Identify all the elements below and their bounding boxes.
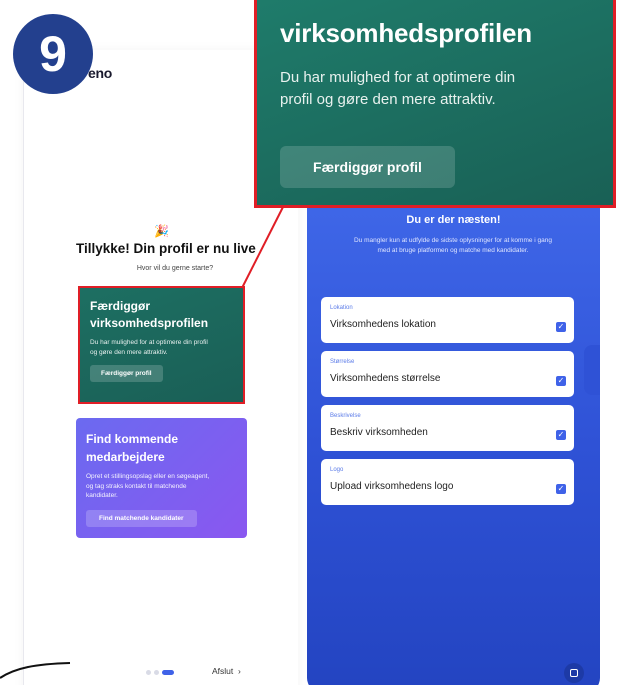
zoom-callout: virksomhedsprofilen Du har mulighed for … — [254, 0, 616, 208]
welcome-subtitle: Hvor vil du gerne starte? — [136, 265, 214, 272]
find-employees-card[interactable]: Find kommende medarbejdere Opret et stil… — [76, 418, 247, 538]
checkbox-checked-icon[interactable]: ✓ — [556, 484, 566, 494]
zoom-title: virksomhedsprofilen — [280, 18, 532, 48]
complete-profile-title: Færdiggør virksomhedsprofilen — [90, 299, 209, 330]
checkbox-checked-icon[interactable]: ✓ — [556, 322, 566, 332]
zoom-complete-profile-button[interactable]: Færdiggør profil — [280, 146, 455, 188]
welcome-title: Tillykke! Din profil er nu live — [76, 241, 256, 256]
complete-profile-description: Du har mulighed for at optimere din prof… — [90, 339, 208, 356]
chat-icon[interactable] — [564, 663, 584, 683]
decorative-curve — [0, 662, 71, 679]
description-field[interactable]: Beskrivelse Beskriv virksomheden ✓ — [321, 405, 574, 451]
complete-profile-button[interactable]: Færdiggør profil — [90, 365, 163, 382]
feedback-side-tab[interactable] — [584, 345, 600, 395]
checkbox-checked-icon[interactable]: ✓ — [556, 430, 566, 440]
party-popper-icon: 🎉 — [154, 224, 169, 238]
checkbox-checked-icon[interactable]: ✓ — [556, 376, 566, 386]
find-employees-description: Opret et stillingsopslag eller en søgeag… — [86, 473, 210, 499]
location-field[interactable]: Lokation Virksomhedens lokation ✓ — [321, 297, 574, 343]
pagination-dot[interactable] — [146, 670, 151, 675]
pagination-dot[interactable] — [154, 670, 159, 675]
panel-title: Du er der næsten! — [406, 214, 501, 226]
exit-label: Afslut — [212, 666, 234, 676]
field-label: Beskrivelse — [330, 413, 361, 419]
exit-link[interactable]: Afslut › — [212, 666, 241, 676]
zoom-description: Du har mulighed for at optimere din prof… — [280, 69, 516, 108]
pagination-dots — [146, 670, 174, 675]
complete-profile-card[interactable]: Færdiggør virksomhedsprofilen Du har mul… — [78, 286, 245, 404]
screenshot-stage: eno 🎉 Tillykke! Din profil er nu live Hv… — [0, 0, 623, 685]
field-label: Lokation — [330, 305, 353, 311]
app-logo: eno — [88, 65, 112, 81]
chevron-right-icon: › — [235, 666, 241, 676]
field-value: Virksomhedens størrelse — [330, 373, 441, 384]
panel-subtitle: Du mangler kun at udfylde de sidste oply… — [354, 237, 552, 254]
field-label: Logo — [330, 467, 344, 473]
logo-field[interactable]: Logo Upload virksomhedens logo ✓ — [321, 459, 574, 505]
pagination-dot-active[interactable] — [162, 670, 174, 675]
field-value: Beskriv virksomheden — [330, 427, 428, 438]
field-value: Virksomhedens lokation — [330, 319, 436, 330]
find-candidates-button[interactable]: Find matchende kandidater — [86, 509, 197, 527]
field-label: Størrelse — [330, 359, 355, 365]
field-value: Upload virksomhedens logo — [330, 481, 454, 492]
onboarding-panel: Du er der næsten! Du mangler kun at udfy… — [307, 198, 600, 685]
step-badge: 9 — [13, 14, 93, 94]
find-employees-title: Find kommende medarbejdere — [86, 432, 179, 464]
size-field[interactable]: Størrelse Virksomhedens størrelse ✓ — [321, 351, 574, 397]
